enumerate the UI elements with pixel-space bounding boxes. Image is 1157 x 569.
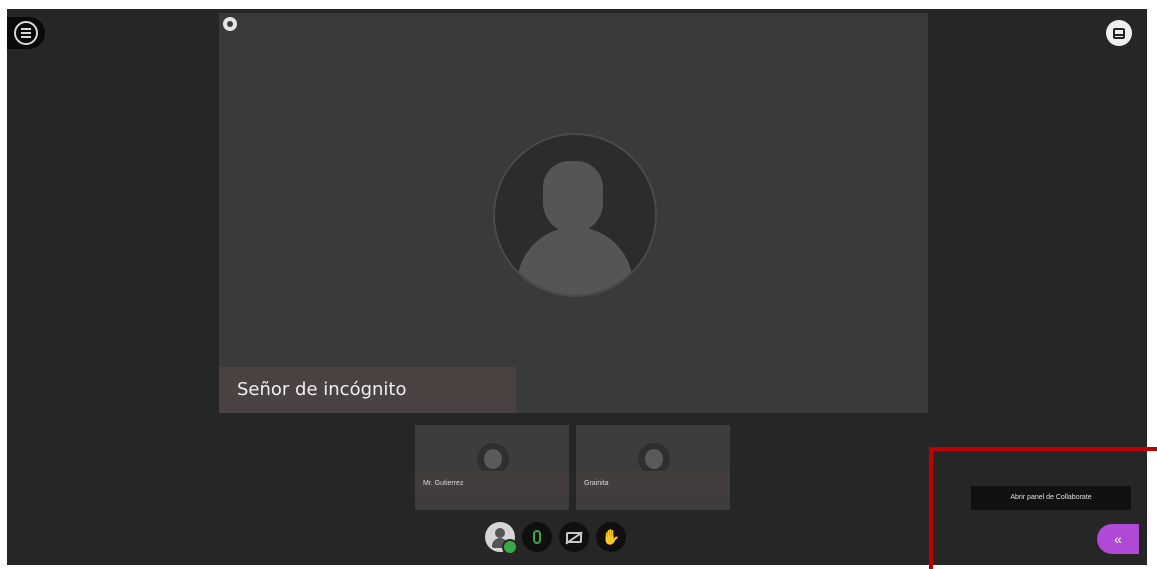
camera-button[interactable]: [559, 522, 589, 552]
panel-tooltip: Abrir panel de Collaborate: [971, 486, 1131, 510]
participant-tile-1[interactable]: Mr. Gutierrez: [415, 425, 569, 510]
layout-icon: [1113, 27, 1125, 39]
highlight-box-left-edge: [929, 447, 933, 569]
closed-caption-icon[interactable]: [223, 17, 237, 31]
status-badge: [502, 539, 518, 555]
main-video-stage: Señor de incógnito: [219, 13, 928, 413]
participant-tile-2[interactable]: Grainita: [576, 425, 730, 510]
raise-hand-button[interactable]: ✋: [596, 522, 626, 552]
avatar-body: [517, 227, 633, 295]
layout-button[interactable]: [1106, 20, 1132, 46]
avatar-icon: [495, 528, 505, 538]
collaborate-session: Señor de incógnito Mr. Gutierrez Grainit…: [7, 9, 1147, 565]
chevron-left-icon: «: [1114, 531, 1122, 547]
participant-name: Mr. Gutierrez: [415, 471, 569, 497]
menu-icon: [14, 21, 38, 45]
main-avatar: [493, 133, 657, 297]
highlight-box-top-edge: [929, 447, 1157, 451]
session-menu-button[interactable]: [7, 17, 45, 49]
avatar-head: [543, 161, 603, 233]
raise-hand-icon: ✋: [601, 528, 621, 546]
speaker-name-label: Señor de incógnito: [219, 367, 516, 413]
microphone-icon: [533, 530, 541, 544]
camera-off-icon: [566, 531, 582, 543]
participant-name: Grainita: [576, 471, 730, 497]
open-collaborate-panel-button[interactable]: «: [1097, 524, 1139, 554]
session-toolbar: ✋: [485, 522, 626, 555]
my-status-button[interactable]: [485, 522, 518, 555]
microphone-button[interactable]: [522, 522, 552, 552]
